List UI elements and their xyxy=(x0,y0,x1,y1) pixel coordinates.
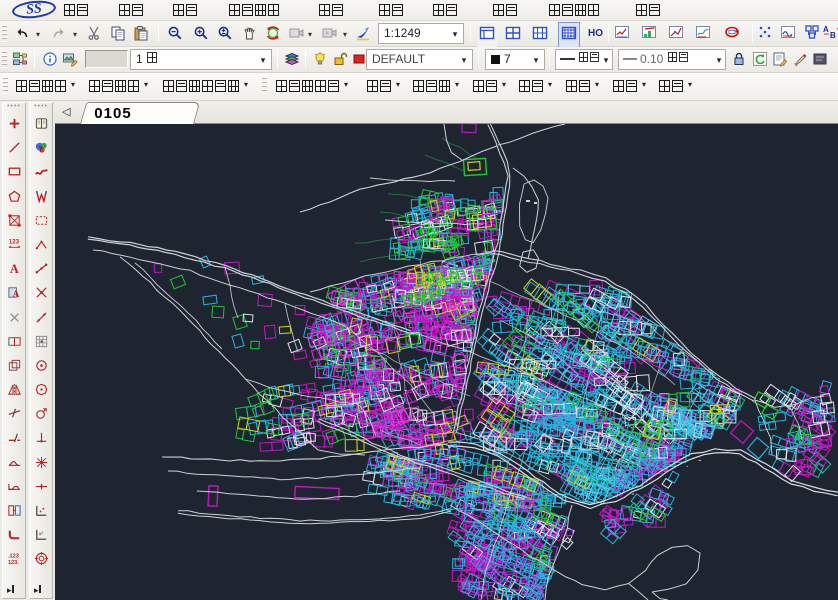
svg-text:.123: .123 xyxy=(7,554,18,560)
svg-text:123.: 123. xyxy=(7,561,18,567)
svg-text:A: A xyxy=(823,25,829,34)
svg-text:123: 123 xyxy=(8,239,19,246)
svg-text:A: A xyxy=(12,291,19,301)
svg-text:?: ? xyxy=(38,144,42,153)
svg-text:x²: x² xyxy=(38,532,43,538)
svg-text:A: A xyxy=(9,262,18,276)
